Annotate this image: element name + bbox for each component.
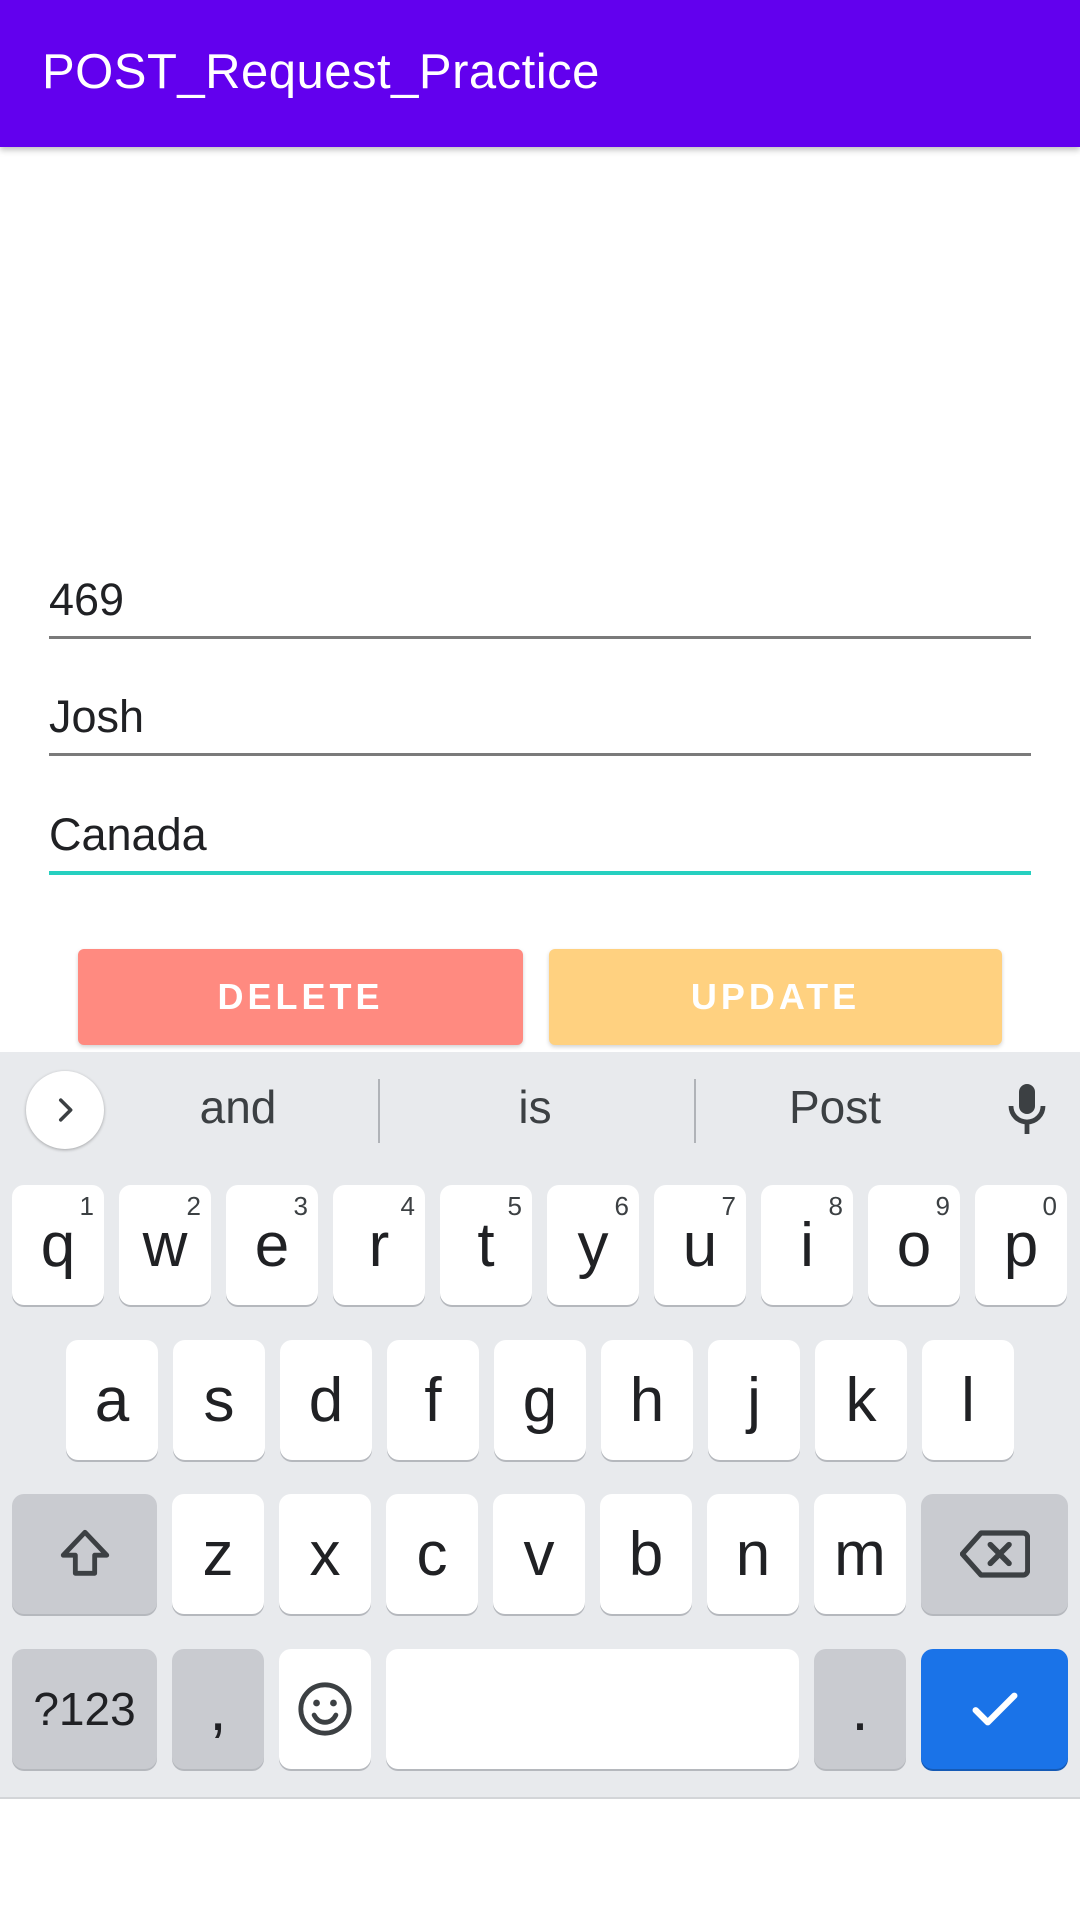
key-w[interactable]: w2 [119, 1185, 211, 1305]
name-input[interactable] [49, 687, 1031, 747]
key-label: x [309, 1519, 341, 1589]
app-bar: POST_Request_Practice [0, 0, 1080, 147]
key-label: r [368, 1210, 390, 1280]
key-label: p [1003, 1210, 1039, 1280]
suggestion-3[interactable]: Post [745, 1080, 925, 1140]
key-t[interactable]: t5 [440, 1185, 532, 1305]
key-v[interactable]: v [493, 1494, 585, 1614]
key-hint: 8 [828, 1191, 843, 1221]
key-m[interactable]: m [814, 1494, 906, 1614]
delete-button[interactable]: DELETE [78, 949, 523, 1045]
key-y[interactable]: y6 [547, 1185, 639, 1305]
suggestion-divider [694, 1079, 696, 1143]
comma-key[interactable]: , [172, 1649, 264, 1769]
key-h[interactable]: h [601, 1340, 693, 1460]
key-hint: 1 [79, 1191, 94, 1221]
key-label: o [896, 1210, 932, 1280]
key-label: a [94, 1365, 130, 1435]
suggestion-bar: and is Post [0, 1052, 1080, 1167]
key-hint: 9 [935, 1191, 950, 1221]
key-label: k [845, 1365, 877, 1435]
key-f[interactable]: f [387, 1340, 479, 1460]
key-b[interactable]: b [600, 1494, 692, 1614]
key-r[interactable]: r4 [333, 1185, 425, 1305]
key-g[interactable]: g [494, 1340, 586, 1460]
key-label: s [203, 1365, 235, 1435]
key-hint: 2 [186, 1191, 201, 1221]
key-o[interactable]: o9 [868, 1185, 960, 1305]
id-input[interactable] [49, 570, 1031, 630]
key-hint: 5 [507, 1191, 522, 1221]
key-label: b [628, 1519, 664, 1589]
backspace-key[interactable] [921, 1494, 1068, 1614]
key-hint: 0 [1042, 1191, 1057, 1221]
key-e[interactable]: e3 [226, 1185, 318, 1305]
key-label: l [961, 1365, 975, 1435]
check-icon [972, 1692, 1017, 1726]
key-a[interactable]: a [66, 1340, 158, 1460]
key-label: t [477, 1210, 495, 1280]
key-i[interactable]: i8 [761, 1185, 853, 1305]
id-underline [49, 636, 1031, 639]
key-hint: 7 [721, 1191, 736, 1221]
enter-key[interactable] [921, 1649, 1068, 1769]
chevron-right-icon [58, 1098, 73, 1122]
period-key[interactable]: . [814, 1649, 906, 1769]
country-field[interactable] [49, 805, 1031, 875]
emoji-icon [298, 1682, 352, 1736]
key-label: w [142, 1210, 188, 1280]
suggestion-divider [378, 1079, 380, 1143]
key-u[interactable]: u7 [654, 1185, 746, 1305]
key-label: m [834, 1519, 886, 1589]
expand-toolbar-button[interactable] [26, 1071, 104, 1149]
key-hint: 3 [293, 1191, 308, 1221]
mic-icon[interactable] [1003, 1082, 1051, 1138]
name-underline [49, 753, 1031, 756]
key-l[interactable]: l [922, 1340, 1014, 1460]
shift-key[interactable] [12, 1494, 157, 1614]
symbols-key[interactable]: ?123 [12, 1649, 157, 1769]
key-label: d [308, 1365, 344, 1435]
key-hint: 6 [614, 1191, 629, 1221]
key-x[interactable]: x [279, 1494, 371, 1614]
emoji-key[interactable] [279, 1649, 371, 1769]
key-label: j [747, 1365, 761, 1435]
key-label: f [424, 1365, 442, 1435]
name-field[interactable] [49, 687, 1031, 756]
key-label: z [202, 1519, 234, 1589]
suggestion-1[interactable]: and [148, 1080, 328, 1140]
key-p[interactable]: p0 [975, 1185, 1067, 1305]
key-label: c [416, 1519, 448, 1589]
key-label: y [577, 1210, 609, 1280]
key-label: n [735, 1519, 771, 1589]
key-d[interactable]: d [280, 1340, 372, 1460]
key-s[interactable]: s [173, 1340, 265, 1460]
key-j[interactable]: j [708, 1340, 800, 1460]
key-c[interactable]: c [386, 1494, 478, 1614]
key-z[interactable]: z [172, 1494, 264, 1614]
key-label: i [800, 1210, 814, 1280]
key-k[interactable]: k [815, 1340, 907, 1460]
update-button[interactable]: UPDATE [549, 949, 1002, 1045]
country-underline [49, 871, 1031, 875]
backspace-icon [959, 1530, 1030, 1578]
key-label: u [682, 1210, 718, 1280]
app-title: POST_Request_Practice [42, 45, 600, 99]
id-field[interactable] [49, 570, 1031, 639]
key-label: e [254, 1210, 290, 1280]
soft-keyboard: and is Post q1w2e3r4t5y6u7i8o9p0 asdfghj… [0, 1052, 1080, 1799]
key-label: v [523, 1519, 555, 1589]
key-n[interactable]: n [707, 1494, 799, 1614]
key-label: h [629, 1365, 665, 1435]
key-label: q [40, 1210, 76, 1280]
key-label: g [522, 1365, 558, 1435]
key-hint: 4 [400, 1191, 415, 1221]
suggestion-2[interactable]: is [445, 1080, 625, 1140]
country-input[interactable] [49, 805, 1031, 865]
space-key[interactable] [386, 1649, 799, 1769]
key-q[interactable]: q1 [12, 1185, 104, 1305]
shift-icon [60, 1529, 109, 1576]
